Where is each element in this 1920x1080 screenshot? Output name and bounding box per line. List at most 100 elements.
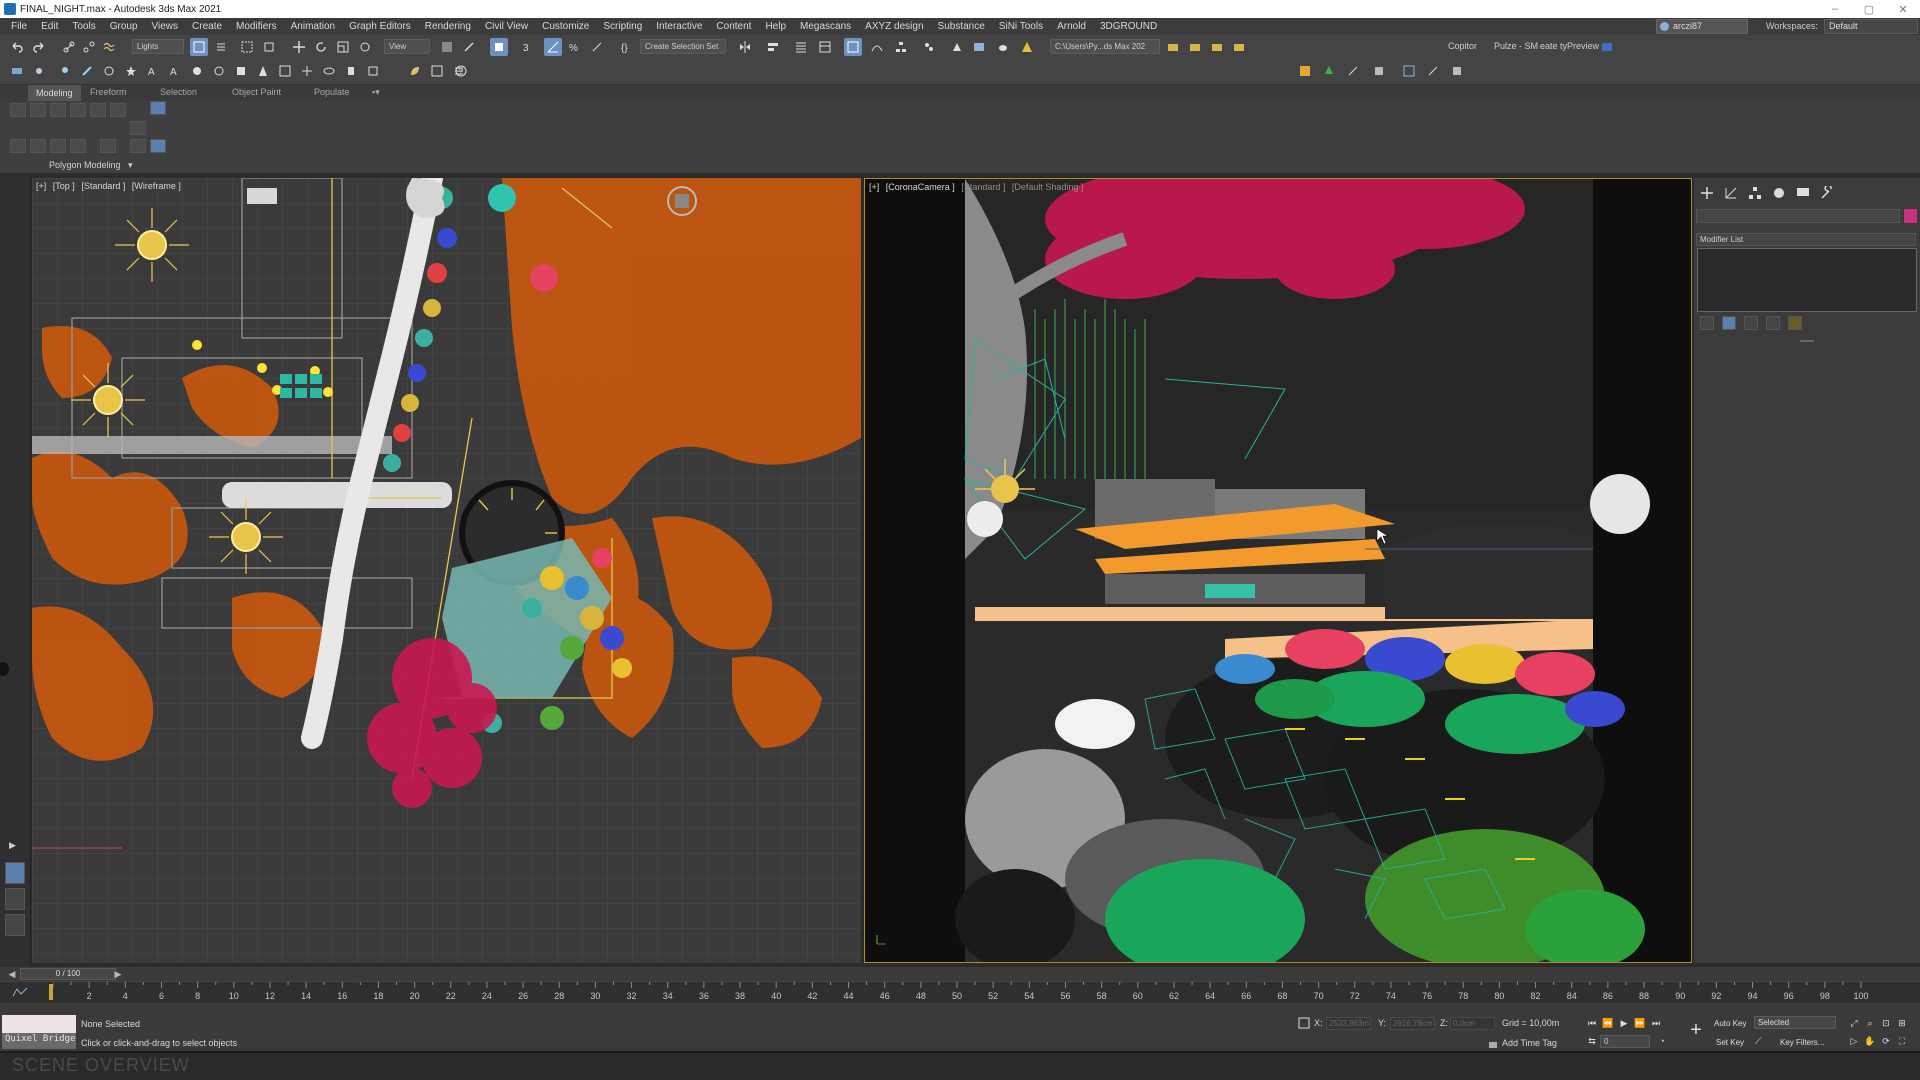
configure-sets-button[interactable]	[1788, 316, 1802, 330]
viewport-menu[interactable]: [+]	[36, 181, 46, 191]
tab-object-paint[interactable]: Object Paint	[232, 87, 281, 97]
minimize-icon[interactable]: –	[1818, 0, 1852, 18]
viewport-pov-menu[interactable]: [CoronaCamera ]	[886, 182, 955, 192]
rect-region-button[interactable]	[238, 38, 256, 56]
viewport-menu[interactable]: [+]	[869, 182, 879, 192]
tool-button-d[interactable]	[1424, 62, 1442, 80]
scene-explorer-button[interactable]	[792, 38, 810, 56]
menu-interactive[interactable]: Interactive	[649, 21, 709, 32]
toolbar2-btn-18[interactable]	[406, 62, 424, 80]
rotate-button[interactable]	[312, 38, 330, 56]
tool-button-b[interactable]	[1370, 62, 1388, 80]
angle-snap-toggle[interactable]	[544, 38, 562, 56]
close-icon[interactable]: ✕	[1886, 0, 1920, 18]
ribbon-btn-12[interactable]	[100, 139, 116, 153]
x-coord-field[interactable]: 2532,863m	[1326, 1017, 1371, 1030]
ribbon-btn-4[interactable]	[70, 103, 86, 117]
typreview-label[interactable]: eate tyPreview	[1540, 41, 1599, 51]
scale-button[interactable]	[334, 38, 352, 56]
object-name-field[interactable]	[1696, 209, 1900, 223]
viewport-shading-menu[interactable]: [Default Shading ]	[1012, 182, 1084, 192]
ribbon-btn-8[interactable]	[10, 139, 26, 153]
go-to-start-icon[interactable]: ⏮	[1586, 1017, 1598, 1029]
viewport-shading-menu[interactable]: [Wireframe ]	[132, 181, 181, 191]
menu-edit[interactable]: Edit	[34, 21, 65, 32]
open-folder4-button[interactable]	[1230, 38, 1248, 56]
set-key-button[interactable]: Set Key	[1716, 1038, 1744, 1047]
layout-tab-2[interactable]	[5, 888, 25, 910]
pulze-label[interactable]: Pulze - SM	[1494, 41, 1538, 51]
set-key-plus-icon[interactable]: +	[1686, 1020, 1706, 1040]
percent-snap-toggle[interactable]: %	[566, 38, 584, 56]
next-frame-arrow-icon[interactable]: ▶	[112, 968, 124, 980]
unlink-button[interactable]	[80, 38, 98, 56]
workspace-dropdown[interactable]: Default	[1824, 19, 1918, 34]
isolate-toggle[interactable]	[1298, 1017, 1310, 1029]
lock-icon[interactable]	[1488, 1038, 1498, 1048]
menu-create[interactable]: Create	[185, 21, 229, 32]
toolbar2-btn-19[interactable]	[428, 62, 446, 80]
time-slider[interactable]: ◀ 0 / 100 ▶	[0, 967, 1920, 981]
tab-populate[interactable]: Populate	[314, 87, 350, 97]
track-bar[interactable]: 2 4 6 8 10 12 14 16 18 20 22 24 26 28 30 32 34 36 38 40 42 44…	[0, 981, 1920, 1003]
add-time-tag[interactable]: Add Time Tag	[1502, 1038, 1557, 1048]
select-by-name-button[interactable]	[212, 38, 230, 56]
toolbar2-btn-6[interactable]	[122, 62, 140, 80]
y-coord-field[interactable]: 2616,78cm	[1390, 1017, 1435, 1030]
help-button[interactable]: ?	[452, 62, 470, 80]
toolbar2-btn-4[interactable]	[78, 62, 96, 80]
viewcube-face[interactable]	[675, 194, 689, 208]
menu-arnold[interactable]: Arnold	[1050, 21, 1093, 32]
open-folder3-button[interactable]	[1208, 38, 1226, 56]
panel-resize-grip[interactable]	[1800, 340, 1814, 342]
edit-named-selection-button[interactable]: {}	[618, 38, 636, 56]
toolbar2-btn-11[interactable]	[232, 62, 250, 80]
motion-tab[interactable]	[1772, 186, 1786, 200]
snap-toggle[interactable]: 3	[520, 38, 538, 56]
menu-modifiers[interactable]: Modifiers	[229, 21, 284, 32]
forest-button[interactable]	[1320, 62, 1338, 80]
rendered-frame-window-button[interactable]	[970, 38, 988, 56]
move-button[interactable]	[290, 38, 308, 56]
toolbar2-btn-9[interactable]	[188, 62, 206, 80]
toggle-ribbon-button[interactable]	[844, 38, 862, 56]
open-folder2-button[interactable]	[1186, 38, 1204, 56]
link-button[interactable]	[60, 38, 78, 56]
show-end-result-button[interactable]	[1722, 316, 1736, 330]
selection-filter-dropdown[interactable]: Lights	[132, 39, 184, 54]
ribbon-btn-9[interactable]	[30, 139, 46, 153]
maximize-icon[interactable]: ▢	[1852, 0, 1886, 18]
toolbar2-btn-8[interactable]: A	[166, 62, 184, 80]
redo-button[interactable]	[30, 38, 48, 56]
ref-coord-dropdown[interactable]: View	[384, 39, 430, 54]
layout-tab-3[interactable]	[5, 914, 25, 936]
named-selection-dropdown[interactable]: Create Selection Set	[640, 39, 726, 54]
account-dropdown[interactable]: arczi87	[1656, 19, 1748, 34]
make-unique-button[interactable]	[1744, 316, 1758, 330]
maxscript-input[interactable]	[2, 1015, 76, 1033]
utilities-tab[interactable]	[1820, 184, 1834, 200]
material-editor-button[interactable]	[920, 38, 938, 56]
menu-megascans[interactable]: Megascans	[793, 21, 858, 32]
modifier-stack[interactable]	[1697, 248, 1917, 312]
zoom-all-icon[interactable]: ⌕	[1864, 1017, 1876, 1029]
maxscript-listener[interactable]: Quixel Bridge	[2, 1015, 76, 1049]
menu-tools[interactable]: Tools	[65, 21, 102, 32]
menu-file[interactable]: File	[4, 21, 34, 32]
project-folder-dropdown[interactable]: C:\Users\Py...ds Max 202	[1050, 39, 1160, 54]
toolbar2-btn-13[interactable]	[276, 62, 294, 80]
menu-help[interactable]: Help	[758, 21, 793, 32]
ribbon-btn-10[interactable]	[50, 139, 66, 153]
toolbar2-btn-5[interactable]	[100, 62, 118, 80]
spinner-snap-toggle[interactable]	[588, 38, 606, 56]
fov-icon[interactable]: ▷	[1848, 1035, 1860, 1047]
modifier-list-dropdown[interactable]: Modifier List	[1696, 233, 1916, 246]
maximize-viewport-icon[interactable]: ⛶	[1896, 1035, 1908, 1047]
tab-modeling[interactable]: Modeling	[28, 85, 81, 101]
viewport-top-label[interactable]: [+] [Top ] [Standard ] [Wireframe ]	[36, 181, 185, 191]
ribbon-btn-11[interactable]	[70, 139, 86, 153]
ty-button[interactable]	[1598, 38, 1616, 56]
toolbar2-btn-7[interactable]: A	[144, 62, 162, 80]
viewport-standard-menu[interactable]: [Standard ]	[81, 181, 125, 191]
key-tangent-icon[interactable]: ⟋	[1752, 1035, 1764, 1047]
